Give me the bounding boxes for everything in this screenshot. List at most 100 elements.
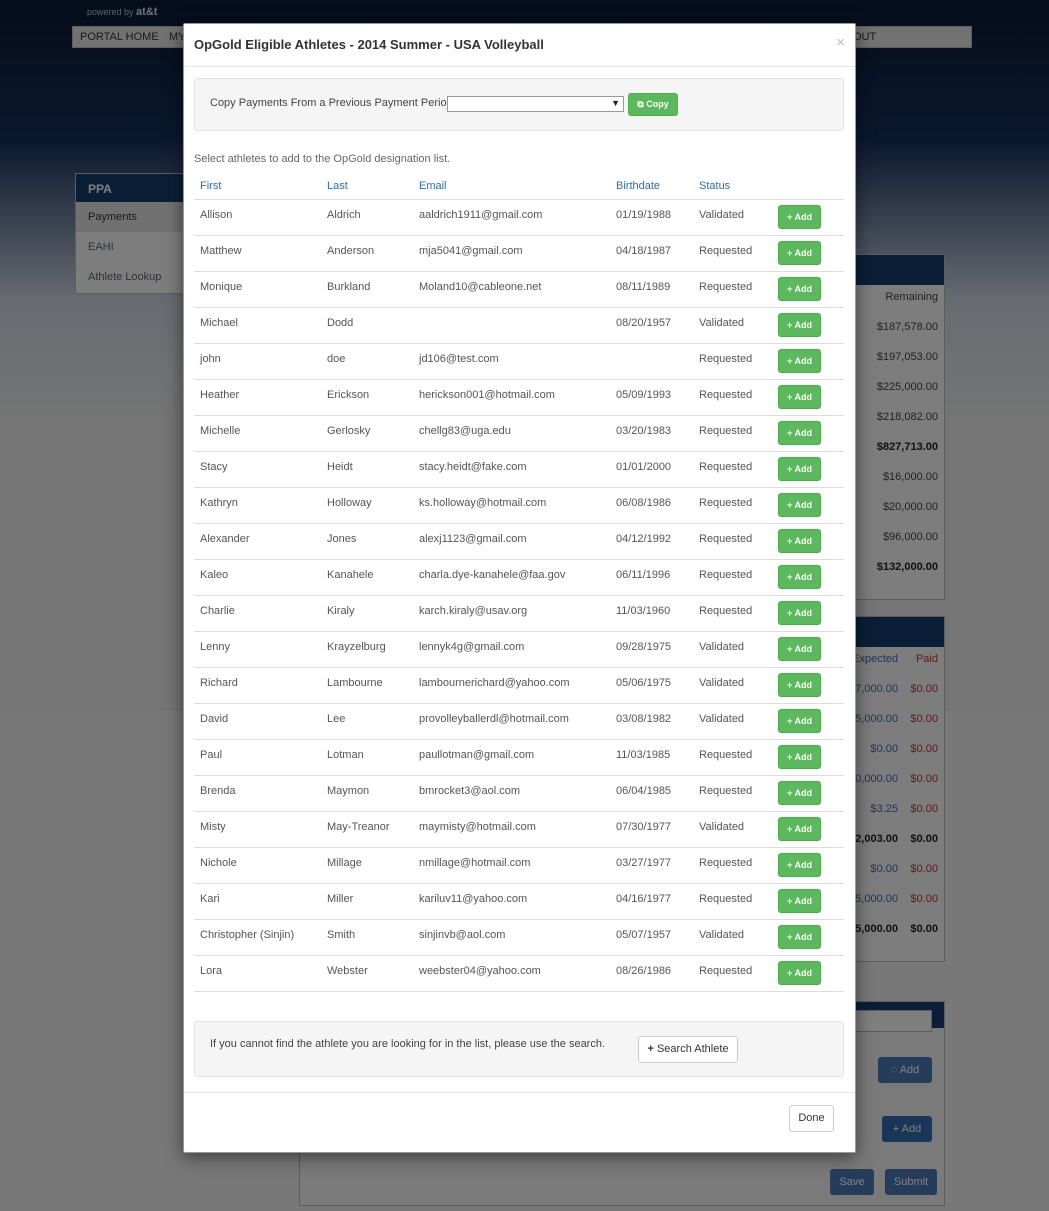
athlete-first-name: john — [200, 353, 221, 365]
athlete-status: Validated — [699, 209, 745, 221]
athlete-status: Requested — [699, 569, 753, 581]
athlete-birthdate: 03/27/1977 — [616, 857, 672, 869]
athlete-status: Validated — [699, 641, 745, 653]
col-header-birthdate[interactable]: Birthdate — [616, 180, 660, 192]
athlete-birthdate: 05/07/1957 — [616, 929, 672, 941]
athlete-email: sinjinvb@aol.com — [419, 929, 506, 941]
athlete-status: Requested — [699, 461, 753, 473]
copy-icon: ⧉ — [637, 99, 644, 109]
table-row: Christopher (Sinjin) Smith sinjinvb@aol.co… — [194, 920, 844, 956]
close-icon[interactable]: × — [836, 34, 845, 51]
athlete-status: Validated — [699, 317, 745, 329]
add-athlete-button[interactable]: + Add — [778, 457, 821, 481]
add-athlete-button[interactable]: + Add — [778, 421, 821, 445]
athlete-email: chellg83@uga.edu — [419, 425, 511, 437]
add-athlete-button[interactable]: + Add — [778, 673, 821, 697]
col-header-email[interactable]: Email — [419, 180, 447, 192]
athlete-last-name: Burkland — [327, 281, 371, 293]
athlete-birthdate: 03/20/1983 — [616, 425, 672, 437]
athlete-last-name: Smith — [327, 929, 356, 941]
add-athlete-button[interactable]: + Add — [778, 889, 821, 913]
athlete-first-name: Christopher (Sinjin) — [200, 929, 295, 941]
athlete-birthdate: 03/08/1982 — [616, 713, 672, 725]
athlete-last-name: Webster — [327, 965, 368, 977]
athlete-email: paullotman@gmail.com — [419, 749, 535, 761]
add-athlete-button[interactable]: + Add — [778, 709, 821, 733]
athlete-first-name: David — [200, 713, 229, 725]
athlete-status: Validated — [699, 821, 745, 833]
add-athlete-button[interactable]: + Add — [778, 961, 821, 985]
athlete-birthdate: 05/06/1975 — [616, 677, 672, 689]
add-athlete-button[interactable]: + Add — [778, 313, 821, 337]
add-athlete-button[interactable]: + Add — [778, 241, 821, 265]
add-athlete-button[interactable]: + Add — [778, 853, 821, 877]
athlete-status: Requested — [699, 497, 753, 509]
athlete-birthdate: 04/18/1987 — [616, 245, 672, 257]
athlete-first-name: Alexander — [200, 533, 250, 545]
athlete-first-name: Misty — [200, 821, 226, 833]
athlete-status: Requested — [699, 389, 753, 401]
athlete-email: Moland10@cableone.net — [419, 281, 542, 293]
athlete-last-name: Gerlosky — [327, 425, 371, 437]
add-athlete-button[interactable]: + Add — [778, 781, 821, 805]
add-athlete-button[interactable]: + Add — [778, 493, 821, 517]
done-button[interactable]: Done — [789, 1105, 834, 1132]
add-athlete-button[interactable]: + Add — [778, 637, 821, 661]
table-header: First Last Email Birthdate Status — [194, 174, 844, 200]
athlete-email: herickson001@hotmail.com — [419, 389, 555, 401]
athlete-birthdate: 11/03/1985 — [616, 749, 671, 761]
athlete-birthdate: 06/11/1996 — [616, 569, 671, 581]
table-row: Paul Lotman paullotman@gmail.com 11/03/1985… — [194, 740, 844, 776]
add-athlete-button[interactable]: + Add — [778, 529, 821, 553]
athlete-status: Requested — [699, 425, 753, 437]
table-row: Brenda Maymon bmrocket3@aol.com 06/04/1985 R… — [194, 776, 844, 812]
col-header-first[interactable]: First — [200, 180, 221, 192]
athlete-first-name: Kari — [200, 893, 220, 905]
add-athlete-button[interactable]: + Add — [778, 349, 821, 373]
athlete-email: charla.dye-kanahele@faa.gov — [419, 569, 566, 581]
athlete-birthdate: 08/11/1989 — [616, 281, 671, 293]
add-athlete-button[interactable]: + Add — [778, 745, 821, 769]
add-athlete-button[interactable]: + Add — [778, 565, 821, 589]
add-athlete-button[interactable]: + Add — [778, 385, 821, 409]
athlete-status: Requested — [699, 353, 753, 365]
athlete-last-name: Krayzelburg — [327, 641, 386, 653]
search-athlete-button[interactable]: + Search Athlete — [638, 1036, 738, 1063]
athlete-birthdate: 09/28/1975 — [616, 641, 672, 653]
table-row: Monique Burkland Moland10@cableone.net 08/1… — [194, 272, 844, 308]
add-athlete-button[interactable]: + Add — [778, 925, 821, 949]
add-athlete-button[interactable]: + Add — [778, 601, 821, 625]
athlete-last-name: Holloway — [327, 497, 372, 509]
athlete-email: provolleyballerdl@hotmail.com — [419, 713, 569, 725]
athlete-first-name: Michelle — [200, 425, 241, 437]
caret-down-icon: ▼ — [611, 98, 620, 108]
athlete-email: bmrocket3@aol.com — [419, 785, 521, 797]
col-header-status[interactable]: Status — [699, 180, 730, 192]
athlete-last-name: Kanahele — [327, 569, 374, 581]
table-row: Richard Lambourne lambournerichard@yahoo.c… — [194, 668, 844, 704]
payment-period-select[interactable]: ▼ — [447, 96, 624, 112]
athlete-birthdate: 01/19/1988 — [616, 209, 672, 221]
table-row: Misty May-Treanor maymisty@hotmail.com 07/3… — [194, 812, 844, 848]
athlete-status: Validated — [699, 677, 745, 689]
athlete-email: mja5041@gmail.com — [419, 245, 523, 257]
athlete-email: stacy.heidt@fake.com — [419, 461, 527, 473]
athlete-status: Requested — [699, 605, 753, 617]
athlete-last-name: doe — [327, 353, 346, 365]
modal-header-divider — [184, 66, 855, 67]
athlete-first-name: Richard — [200, 677, 238, 689]
athlete-last-name: Erickson — [327, 389, 370, 401]
table-row: Kathryn Holloway ks.holloway@hotmail.com 06… — [194, 488, 844, 524]
add-athlete-button[interactable]: + Add — [778, 205, 821, 229]
athlete-last-name: Lambourne — [327, 677, 383, 689]
athlete-first-name: Lenny — [200, 641, 230, 653]
add-athlete-button[interactable]: + Add — [778, 817, 821, 841]
add-athlete-button[interactable]: + Add — [778, 277, 821, 301]
athlete-email: aaldrich1911@gmail.com — [419, 209, 543, 221]
copy-button[interactable]: ⧉ Copy — [628, 93, 678, 116]
col-header-last[interactable]: Last — [327, 180, 348, 192]
athlete-birthdate: 04/16/1977 — [616, 893, 672, 905]
athlete-last-name: Millage — [327, 857, 362, 869]
athlete-email: jd106@test.com — [419, 353, 499, 365]
athlete-email: karch.kiraly@usav.org — [419, 605, 528, 617]
